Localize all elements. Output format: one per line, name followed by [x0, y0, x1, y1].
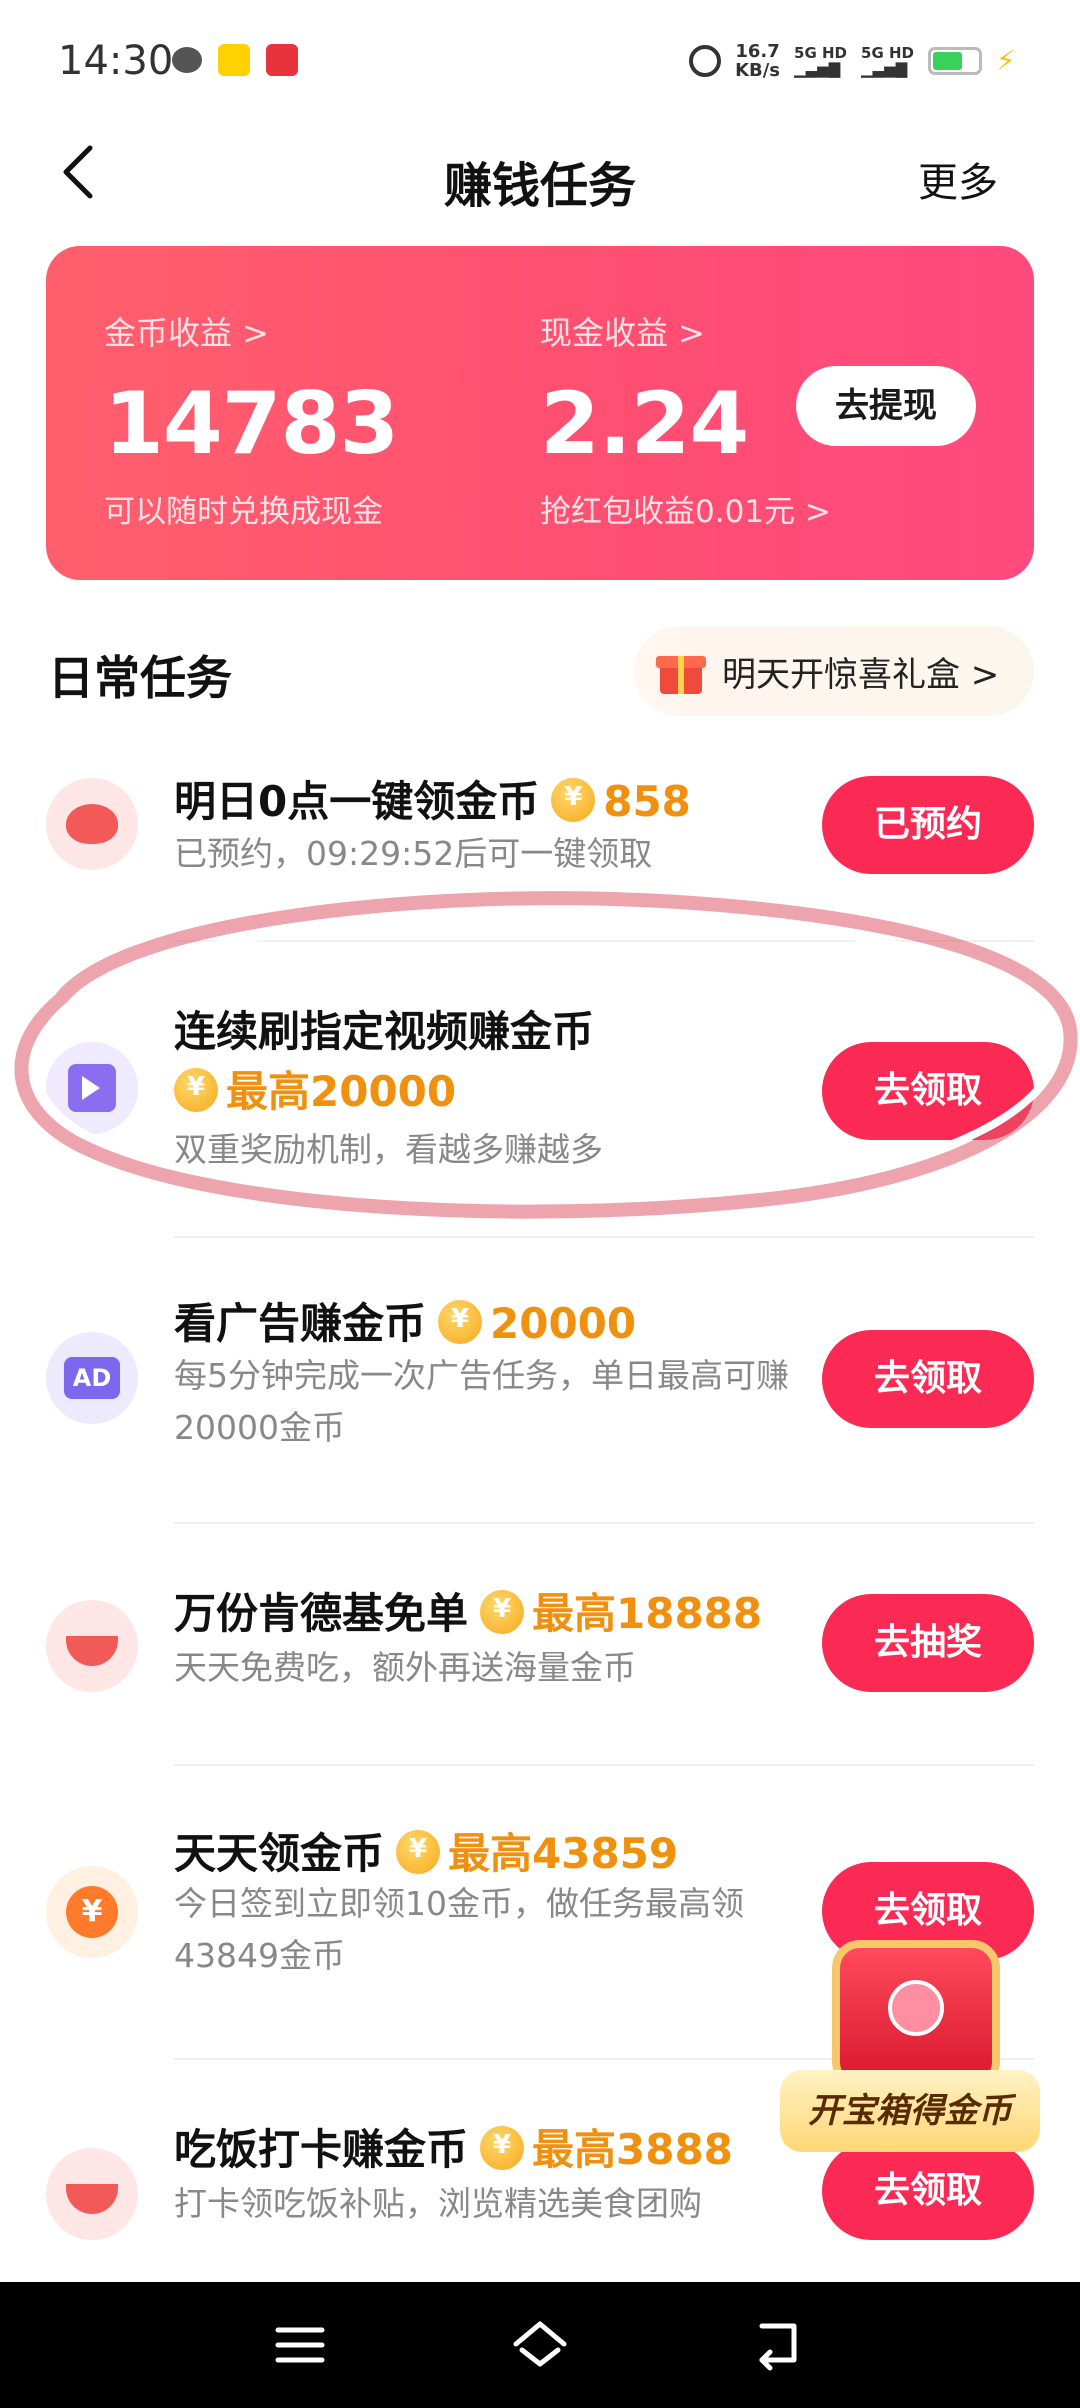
signal-sim2: 5G HD ▁▃▅▇	[861, 44, 914, 78]
claim-button[interactable]: 去领取	[822, 1330, 1034, 1428]
system-status: 16.7 KB/s 5G HD ▁▃▅▇ 5G HD ▁▃▅▇ ⚡	[689, 42, 1020, 80]
task-title: 看广告赚金币20000	[174, 1290, 636, 1351]
task-row: 万份肯德基免单最高18888 天天免费吃，额外再送海量金币 去抽奖	[0, 1580, 1080, 1730]
surprise-gift-box-button[interactable]: 明天开惊喜礼盒 >	[634, 626, 1034, 716]
daily-tasks-title: 日常任务	[48, 651, 232, 705]
task-title: 吃饭打卡赚金币最高3888	[174, 2116, 733, 2177]
meituan-icon	[218, 44, 250, 76]
task-title: 万份肯德基免单最高18888	[174, 1580, 762, 1641]
surprise-gift-label: 明天开惊喜礼盒 >	[722, 654, 1000, 695]
back-icon[interactable]	[748, 2314, 808, 2374]
divider	[174, 1236, 1034, 1238]
task-row: AD 看广告赚金币20000 每5分钟完成一次广告任务，单日最高可赚20000金…	[0, 1290, 1080, 1490]
task-description: 天天免费吃，额外再送海量金币	[174, 1648, 636, 1687]
cash-earnings-value: 2.24	[540, 374, 749, 474]
draw-lottery-button[interactable]: 去抽奖	[822, 1594, 1034, 1692]
status-time: 14:30	[58, 38, 174, 84]
treasure-chest-label: 开宝箱得金币	[780, 2070, 1040, 2152]
coin-icon	[396, 1830, 441, 1874]
bowl-icon	[46, 1600, 138, 1692]
red-packet-earnings-link[interactable]: 抢红包收益0.01元 >	[540, 486, 831, 531]
wechat-icon	[172, 47, 202, 73]
hand-drawn-highlight-ellipse	[14, 891, 1078, 1219]
task-description: 今日签到立即领10金币，做任务最高领43849金币	[174, 1884, 744, 1975]
coin-icon	[480, 2126, 525, 2170]
task-description: 每5分钟完成一次广告任务，单日最高可赚20000金币	[174, 1356, 789, 1447]
task-reward: 最高3888	[532, 2125, 733, 2174]
status-bar: 14:30 16.7 KB/s 5G HD ▁▃▅▇ 5G HD ▁▃▅▇ ⚡	[0, 0, 1080, 120]
divider	[174, 1764, 1034, 1766]
task-reward: 最高18888	[532, 1589, 763, 1638]
home-icon[interactable]	[508, 2314, 572, 2374]
yen-coin-icon: ¥	[46, 1866, 138, 1958]
earnings-card: 金币收益 > 14783 可以随时兑换成现金 现金收益 > 2.24 抢红包收益…	[46, 246, 1034, 580]
reserved-button[interactable]: 已预约	[822, 776, 1034, 874]
page-header: 赚钱任务 更多	[0, 120, 1080, 228]
system-nav-bar	[0, 2282, 1080, 2408]
task-reward: 858	[603, 777, 691, 826]
task-reward: 20000	[490, 1299, 637, 1348]
charging-icon: ⚡	[996, 44, 1016, 77]
signal-bars-icon: ▁▃▅▇	[794, 60, 841, 78]
ad-icon: AD	[46, 1332, 138, 1424]
task-reward: 最高43859	[448, 1829, 679, 1878]
coin-earnings-value: 14783	[104, 374, 399, 474]
cash-earnings-link[interactable]: 现金收益 >	[540, 308, 705, 354]
coin-icon	[480, 1590, 525, 1634]
app-notification-icon	[266, 44, 298, 76]
alarm-icon	[689, 45, 722, 77]
piggy-bank-icon	[46, 778, 138, 870]
battery-icon	[928, 47, 982, 75]
coin-earnings-note: 可以随时兑换成现金	[104, 494, 383, 530]
signal-sim1: 5G HD ▁▃▅▇	[794, 44, 848, 78]
task-description: 已预约，09:29:52后可一键领取	[174, 834, 653, 873]
task-title: 天天领金币最高43859	[174, 1820, 678, 1881]
treasure-chest-widget[interactable]: 开宝箱得金币	[780, 1920, 1050, 2160]
signal-bars-icon: ▁▃▅▇	[861, 60, 908, 78]
coin-earnings-link[interactable]: 金币收益 >	[104, 308, 269, 354]
bowl-icon	[46, 2148, 138, 2240]
more-button[interactable]: 更多	[918, 150, 998, 208]
divider	[174, 1522, 1034, 1524]
network-speed: 16.7 KB/s	[735, 41, 781, 81]
task-title: 明日0点一键领金币858	[174, 768, 691, 829]
task-description: 打卡领吃饭补贴，浏览精选美食团购	[174, 2184, 702, 2223]
withdraw-button[interactable]: 去提现	[796, 366, 976, 446]
coin-icon	[551, 778, 596, 822]
notification-icons	[172, 44, 298, 76]
gift-box-icon	[656, 646, 706, 696]
douyin-badge-icon	[888, 1980, 944, 2036]
menu-icon[interactable]	[270, 2320, 330, 2370]
coin-icon	[438, 1300, 483, 1344]
